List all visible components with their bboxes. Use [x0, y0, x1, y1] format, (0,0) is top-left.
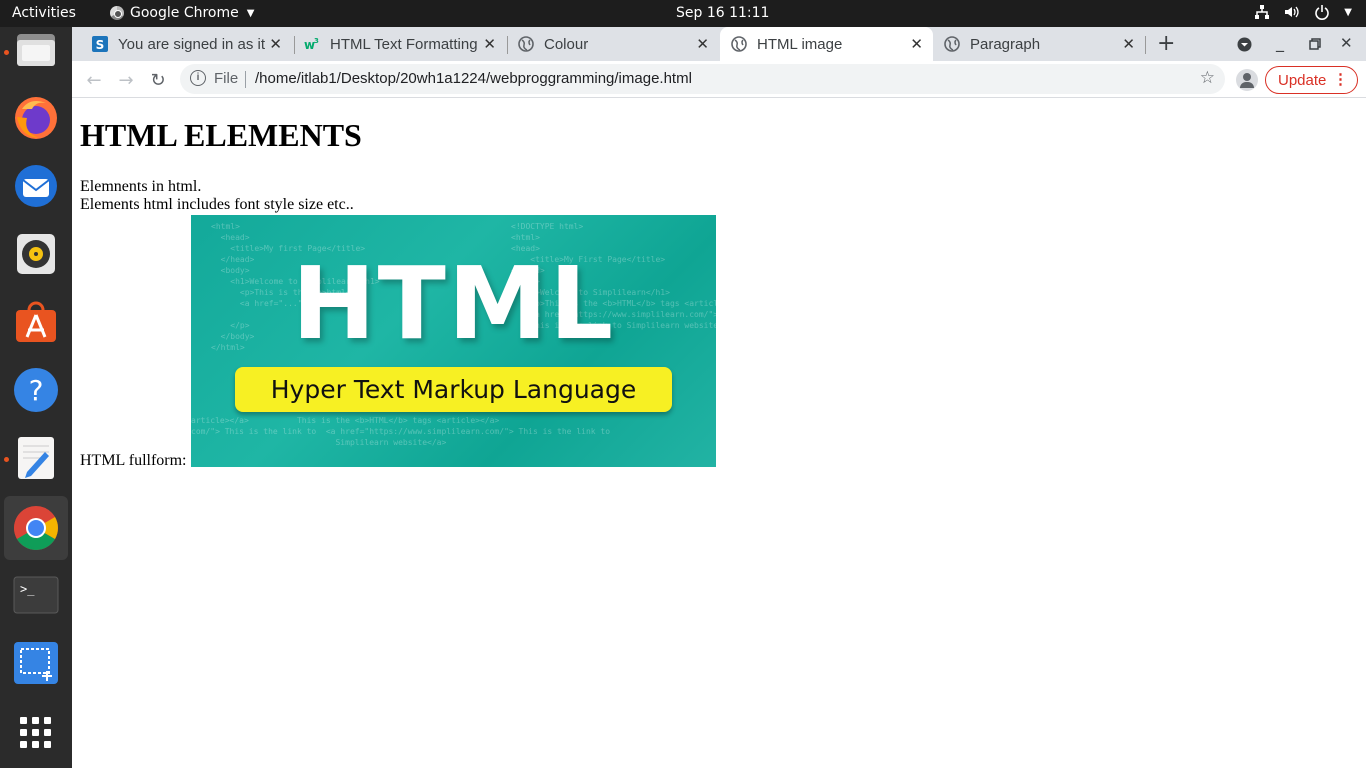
dock-text-editor[interactable]	[4, 426, 68, 490]
update-button[interactable]: Update ⋮	[1265, 66, 1358, 94]
dock-show-apps[interactable]	[4, 701, 68, 765]
simplilearn-icon: S	[92, 36, 108, 52]
tab-signed-in[interactable]: S You are signed in as it ✕	[80, 27, 292, 61]
network-icon	[1255, 5, 1270, 19]
info-icon[interactable]: i	[190, 70, 206, 86]
svg-text:>_: >_	[20, 582, 35, 596]
dock-screenshot[interactable]	[4, 631, 68, 695]
kebab-menu-icon[interactable]: ⋮	[1333, 70, 1348, 88]
tab-paragraph[interactable]: Paragraph ✕	[933, 27, 1145, 61]
files-icon	[17, 34, 55, 66]
forward-button[interactable]: →	[114, 68, 138, 92]
paragraph-line-1: Elemnents in html.	[80, 178, 202, 195]
image-label: HTML fullform:	[80, 452, 187, 469]
tab-search-icon[interactable]	[1237, 37, 1252, 52]
text-editor-icon	[18, 437, 54, 479]
reload-icon: ↻	[150, 69, 166, 91]
svg-text:S: S	[96, 38, 105, 52]
html-fullform-image: <html> <head> <title>My first Page</titl…	[191, 215, 716, 467]
html-big-text: HTML	[291, 245, 616, 362]
tab-title: Paragraph	[970, 35, 1041, 53]
url-text[interactable]: /home/itlab1/Desktop/20wh1a1224/webprogg…	[255, 70, 692, 87]
tab-html-image[interactable]: HTML image ✕	[720, 27, 933, 61]
browser-toolbar: ← → ↻ i File /home/itlab1/Desktop/20wh1a…	[72, 61, 1366, 98]
app-menu[interactable]: Google Chrome ▼	[110, 5, 254, 21]
tab-separator	[1145, 36, 1146, 54]
screenshot-icon	[14, 642, 58, 684]
dock-firefox[interactable]	[4, 86, 68, 150]
omnibox-divider	[245, 71, 246, 88]
power-icon	[1315, 5, 1330, 20]
tab-strip: S You are signed in as it ✕ w3 HTML Text…	[72, 27, 1366, 61]
volume-icon	[1285, 6, 1299, 18]
reload-button[interactable]: ↻	[146, 68, 170, 92]
fullform-pill: Hyper Text Markup Language	[235, 367, 672, 412]
show-apps-icon	[20, 717, 51, 748]
profile-avatar-icon[interactable]	[1236, 69, 1258, 91]
dock-chrome[interactable]	[4, 496, 68, 560]
tab-colour[interactable]: Colour ✕	[507, 27, 719, 61]
tab-title: HTML Text Formatting	[330, 35, 478, 53]
chrome-icon	[14, 506, 58, 550]
globe-icon	[731, 36, 747, 52]
web-page-content: HTML ELEMENTS Elemnents in html. Element…	[72, 99, 1366, 768]
system-menu[interactable]: ▼	[1254, 4, 1352, 20]
arrow-left-icon: ←	[86, 69, 102, 91]
caret-down-icon: ▼	[1344, 7, 1352, 18]
code-background-text: article></a> This is the <b>HTML</b> tag…	[191, 416, 611, 447]
address-bar[interactable]: i File /home/itlab1/Desktop/20wh1a1224/w…	[180, 64, 1225, 94]
back-button[interactable]: ←	[82, 68, 106, 92]
globe-icon	[518, 36, 534, 52]
w3schools-icon: w3	[304, 37, 319, 52]
close-icon[interactable]: ✕	[483, 35, 496, 53]
close-icon[interactable]: ✕	[269, 35, 282, 53]
paragraph-line-2: Elements html includes font style size e…	[80, 196, 354, 213]
terminal-icon: >_	[13, 576, 59, 614]
restore-icon[interactable]	[1309, 38, 1321, 50]
dock-terminal[interactable]: >_	[4, 563, 68, 627]
globe-icon	[944, 36, 960, 52]
tab-title: You are signed in as it	[118, 35, 266, 53]
dock: ? >_	[0, 27, 72, 768]
page-heading: HTML ELEMENTS	[80, 117, 362, 153]
tab-html-text-formatting[interactable]: w3 HTML Text Formatting ✕	[294, 27, 506, 61]
chrome-mini-icon	[110, 6, 124, 20]
chrome-window: S You are signed in as it ✕ w3 HTML Text…	[72, 27, 1366, 768]
dock-files[interactable]	[4, 18, 68, 82]
close-icon[interactable]: ✕	[910, 35, 923, 53]
close-icon[interactable]: ✕	[1122, 35, 1135, 53]
tab-title: HTML image	[757, 35, 843, 53]
firefox-icon	[15, 97, 57, 139]
rhythmbox-icon	[17, 234, 55, 274]
dock-software[interactable]	[4, 290, 68, 354]
dock-help[interactable]: ?	[4, 358, 68, 422]
thunderbird-icon	[15, 165, 57, 207]
software-center-icon	[16, 301, 56, 342]
tab-title: Colour	[544, 35, 589, 53]
clock[interactable]: Sep 16 11:11	[676, 5, 769, 21]
arrow-right-icon: →	[118, 69, 134, 91]
minimize-icon[interactable]: _	[1276, 33, 1284, 52]
bookmark-star-icon[interactable]: ☆	[1200, 68, 1215, 88]
caret-down-icon: ▼	[246, 7, 255, 19]
dock-rhythmbox[interactable]	[4, 222, 68, 286]
close-icon[interactable]: ✕	[696, 35, 709, 53]
update-label: Update	[1278, 71, 1327, 89]
window-close-icon[interactable]: ✕	[1340, 34, 1353, 52]
dock-thunderbird[interactable]	[4, 154, 68, 218]
gnome-top-bar: Activities Google Chrome ▼ Sep 16 11:11 …	[0, 0, 1366, 27]
svg-text:?: ?	[29, 374, 44, 407]
help-icon: ?	[14, 368, 58, 412]
file-scheme-label: File	[214, 70, 239, 87]
new-tab-icon[interactable]: +	[1157, 31, 1175, 56]
app-menu-label: Google Chrome	[130, 5, 239, 21]
svg-text:3: 3	[314, 37, 319, 45]
